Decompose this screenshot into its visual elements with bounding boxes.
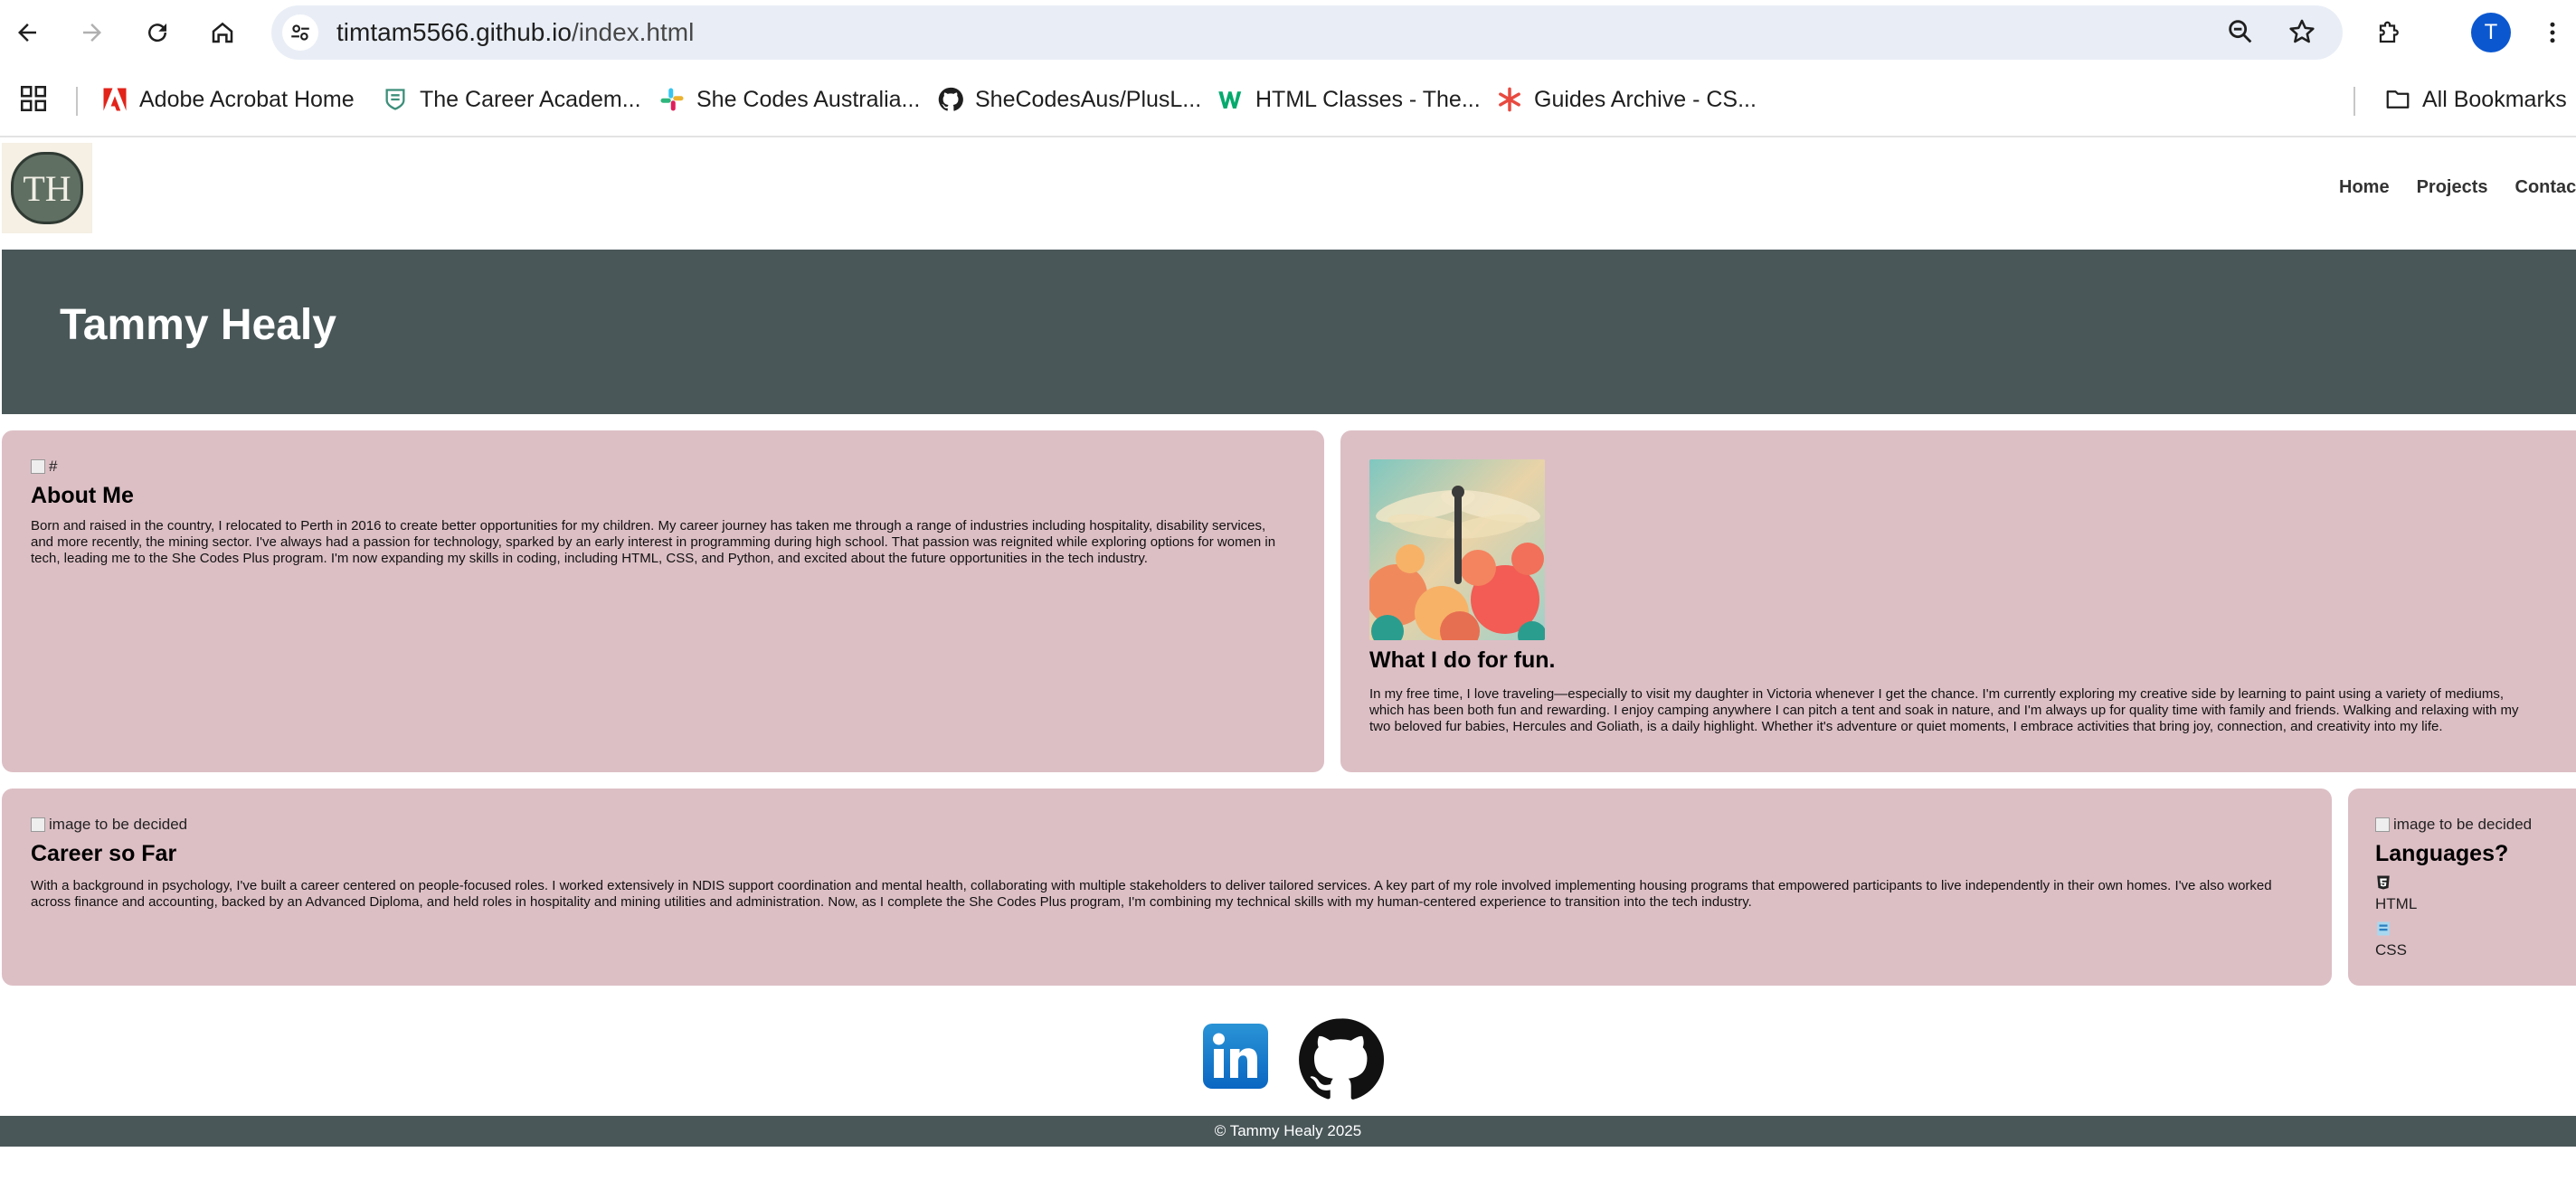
bookmark-label: Adobe Acrobat Home (139, 86, 355, 112)
reload-button[interactable] (137, 13, 177, 52)
fun-text: In my free time, I love traveling—especi… (1369, 686, 2519, 734)
bookmark-label: The Career Academ... (420, 86, 641, 112)
bookmark-star-button[interactable] (2287, 16, 2317, 52)
about-image-broken: # (31, 458, 1288, 476)
about-title: About Me (31, 483, 134, 508)
forward-button[interactable] (72, 13, 112, 52)
language-label: CSS (2375, 941, 2407, 959)
bookmark-she-codes[interactable]: She Codes Australia... (658, 80, 920, 119)
bookmark-label: HTML Classes - The... (1255, 86, 1481, 112)
all-bookmarks-button[interactable]: All Bookmarks (2384, 80, 2567, 119)
star-icon (2289, 19, 2315, 43)
asterisk-icon (1496, 86, 1523, 113)
puzzle-icon (2379, 21, 2399, 43)
extensions-button[interactable] (2370, 13, 2410, 52)
home-button[interactable] (203, 13, 242, 52)
url-host: timtam5566.github.io (336, 18, 572, 46)
nav-projects[interactable]: Projects (2417, 177, 2488, 198)
language-item-html: HTML (2375, 874, 2576, 913)
apps-button[interactable] (18, 83, 49, 118)
languages-image-alt: image to be decided (2393, 816, 2533, 833)
css3-icon (2377, 921, 2390, 936)
bookmark-adobe[interactable]: Adobe Acrobat Home (101, 80, 355, 119)
home-icon (212, 22, 233, 43)
linkedin-icon (1203, 1024, 1268, 1089)
site-nav: Home Projects Contact (2339, 177, 2576, 198)
forward-arrow-icon (83, 24, 101, 42)
site-logo[interactable]: TH (2, 143, 92, 233)
languages-card: image to be decided Languages? HTML CSS (2348, 789, 2576, 986)
fun-card: What I do for fun. In my free time, I lo… (1340, 430, 2576, 772)
folder-icon (2384, 86, 2411, 113)
zoom-button[interactable] (2225, 16, 2256, 52)
w3schools-icon (1217, 86, 1245, 113)
all-bookmarks-label: All Bookmarks (2422, 86, 2567, 112)
broken-image-icon (31, 459, 45, 474)
kebab-menu-icon (2550, 22, 2555, 43)
back-button[interactable] (7, 13, 47, 52)
github-link[interactable] (1293, 1013, 1387, 1107)
html5-icon (2377, 875, 2390, 890)
language-label: HTML (2375, 895, 2418, 912)
github-icon (937, 86, 964, 113)
url-text[interactable]: timtam5566.github.io/index.html (336, 18, 694, 47)
career-academy-icon (382, 86, 409, 113)
hero-banner: Tammy Healy (2, 250, 2576, 414)
about-image-alt: # (49, 458, 58, 475)
back-arrow-icon (18, 24, 36, 42)
bookmark-github[interactable]: SheCodesAus/PlusL... (937, 80, 1201, 119)
about-text: Born and raised in the country, I reloca… (31, 518, 1276, 566)
tune-icon (291, 24, 309, 41)
bookmarks-separator (76, 87, 78, 116)
hero-title: Tammy Healy (60, 301, 336, 349)
page-content: TH Home Projects Contact Tammy Healy # A… (0, 137, 2576, 1190)
reload-icon (148, 24, 167, 42)
about-card: # About Me Born and raised in the countr… (2, 430, 1324, 772)
adobe-icon (101, 86, 128, 113)
url-path: /index.html (571, 18, 695, 46)
career-text: With a background in psychology, I've bu… (31, 878, 2272, 910)
footer-copyright: © Tammy Healy 2025 (1214, 1122, 1362, 1139)
site-info-button[interactable] (282, 14, 318, 51)
social-links (1203, 1013, 1387, 1109)
apps-grid-icon (20, 85, 47, 112)
logo-monogram: TH (11, 152, 83, 224)
browser-toolbar: timtam5566.github.io/index.html T (0, 0, 2576, 65)
career-title: Career so Far (31, 841, 177, 866)
language-item-css: CSS (2375, 921, 2576, 959)
address-bar[interactable]: timtam5566.github.io/index.html (271, 5, 2343, 60)
bookmark-label: SheCodesAus/PlusL... (975, 86, 1202, 112)
dragonfly-painting-image (1369, 459, 1545, 640)
site-footer: © Tammy Healy 2025 (0, 1116, 2576, 1147)
career-image-broken: image to be decided (31, 816, 2292, 834)
career-card: image to be decided Career so Far With a… (2, 789, 2332, 986)
languages-image-broken: image to be decided (2375, 816, 2576, 834)
bookmark-w3schools[interactable]: HTML Classes - The... (1217, 80, 1481, 119)
nav-home[interactable]: Home (2339, 177, 2390, 198)
nav-contact[interactable]: Contact (2515, 177, 2576, 198)
bookmarks-separator (2353, 87, 2355, 116)
bookmarks-bar: Adobe Acrobat Home The Career Academ... … (0, 65, 2576, 137)
slack-icon (658, 86, 686, 113)
bookmark-label: Guides Archive - CS... (1534, 86, 1757, 112)
zoom-out-icon (2229, 20, 2252, 43)
career-image-alt: image to be decided (49, 816, 188, 833)
bookmark-label: She Codes Australia... (696, 86, 921, 112)
fun-title: What I do for fun. (1369, 647, 1556, 673)
profile-avatar[interactable]: T (2471, 13, 2511, 52)
browser-menu-button[interactable] (2533, 13, 2572, 52)
bookmark-career-academy[interactable]: The Career Academ... (382, 80, 641, 119)
broken-image-icon (2375, 817, 2390, 832)
github-icon (1299, 1018, 1385, 1100)
linkedin-link[interactable] (1203, 1024, 1268, 1089)
bookmark-guides-archive[interactable]: Guides Archive - CS... (1496, 80, 1757, 119)
broken-image-icon (31, 817, 45, 832)
languages-title: Languages? (2375, 841, 2509, 866)
